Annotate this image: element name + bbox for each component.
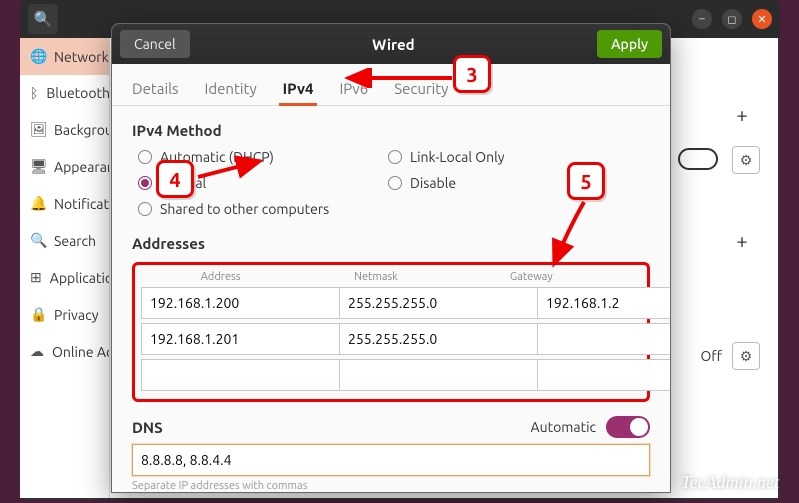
dns-input[interactable] xyxy=(132,444,650,476)
sidebar-item-background[interactable]: 🖼 Background xyxy=(20,111,109,148)
sidebar-label: Online Accounts xyxy=(52,344,110,360)
radio-dot-icon xyxy=(388,176,402,190)
radio-label: Link-Local Only xyxy=(410,149,505,165)
wired-settings-dialog: Cancel Wired Apply Details Identity IPv4 IP… xyxy=(111,23,671,493)
radio-shared[interactable]: Shared to other computers xyxy=(138,201,650,217)
gateway-input[interactable] xyxy=(538,323,670,355)
address-row: 🗑 xyxy=(141,287,641,319)
sidebar-label: Background xyxy=(54,122,110,138)
dns-automatic-label: Automatic xyxy=(531,419,596,435)
sidebar-icon: 🌐 xyxy=(30,48,46,65)
sidebar-icon: 🖥 xyxy=(30,158,46,175)
sidebar-item-privacy[interactable]: 🔒 Privacy xyxy=(20,296,109,333)
connection-settings-gear-icon[interactable]: ⚙ xyxy=(732,146,760,174)
sidebar-label: Privacy xyxy=(54,307,98,323)
col-address: Address xyxy=(143,271,298,283)
radio-link-local[interactable]: Link-Local Only xyxy=(388,149,650,165)
dns-automatic-switch[interactable] xyxy=(606,416,650,438)
netmask-input[interactable] xyxy=(340,359,538,391)
callout-3: 3 xyxy=(453,55,491,93)
gateway-input[interactable] xyxy=(538,359,670,391)
radio-dot-icon xyxy=(138,202,152,216)
window-maximize-icon[interactable]: ◻ xyxy=(722,9,742,29)
gateway-input[interactable] xyxy=(538,287,670,319)
window-minimize-icon[interactable]: – xyxy=(692,9,712,29)
callout-4: 4 xyxy=(156,160,194,198)
apply-button[interactable]: Apply xyxy=(597,30,662,58)
address-input[interactable] xyxy=(141,359,340,391)
sidebar-item-network[interactable]: 🌐 Network xyxy=(20,38,109,75)
sidebar-label: Network xyxy=(54,49,109,65)
netmask-input[interactable] xyxy=(340,287,538,319)
dns-hint: Separate IP addresses with commas xyxy=(132,480,650,492)
address-headers: Address Netmask Gateway xyxy=(141,271,641,283)
watermark: TecAdmin.net xyxy=(681,472,779,493)
settings-sidebar: 🌐 Network ᛒ Bluetooth 🖼 Background 🖥 Appearance… xyxy=(20,38,110,498)
proxy-status: Off xyxy=(700,348,722,364)
sidebar-icon: 🖼 xyxy=(30,121,46,138)
col-netmask: Netmask xyxy=(298,271,453,283)
connection-toggle[interactable] xyxy=(678,148,718,170)
add-connection-icon[interactable]: + xyxy=(730,102,754,126)
sidebar-icon: 🔒 xyxy=(30,306,46,323)
sidebar-item-appearance[interactable]: 🖥 Appearance xyxy=(20,148,109,185)
address-input[interactable] xyxy=(141,323,340,355)
sidebar-label: Notifications xyxy=(54,196,110,212)
addresses-label: Addresses xyxy=(132,235,650,252)
tab-security[interactable]: Security xyxy=(392,74,450,105)
search-icon[interactable]: 🔍 xyxy=(28,4,58,34)
window-close-icon[interactable]: ✕ xyxy=(752,9,772,29)
sidebar-label: Applications xyxy=(50,270,110,286)
tab-details[interactable]: Details xyxy=(130,74,181,105)
address-row: 🗑 xyxy=(141,359,641,391)
sidebar-item-search[interactable]: 🔍 Search xyxy=(20,222,109,259)
tab-ipv6[interactable]: IPv6 xyxy=(337,74,370,105)
sidebar-icon: ᛒ xyxy=(30,85,38,101)
col-gateway: Gateway xyxy=(454,271,609,283)
tab-ipv4[interactable]: IPv4 xyxy=(281,74,316,105)
netmask-input[interactable] xyxy=(340,323,538,355)
dialog-tabs: Details Identity IPv4 IPv6 Security xyxy=(112,64,670,106)
sidebar-label: Appearance xyxy=(54,159,110,175)
dialog-header: Cancel Wired Apply xyxy=(112,24,670,64)
dns-label: DNS xyxy=(132,419,163,436)
sidebar-icon: 🔍 xyxy=(30,232,46,249)
tab-identity[interactable]: Identity xyxy=(203,74,259,105)
radio-dot-icon xyxy=(388,150,402,164)
radio-label: Shared to other computers xyxy=(160,201,329,217)
callout-5: 5 xyxy=(567,162,605,200)
add-vpn-icon[interactable]: + xyxy=(730,228,754,252)
address-row: 🗑 xyxy=(141,323,641,355)
addresses-highlight-box: Address Netmask Gateway 🗑 🗑 🗑 xyxy=(132,262,650,402)
sidebar-icon: ☁ xyxy=(30,343,44,360)
radio-dot-icon xyxy=(138,176,152,190)
sidebar-label: Bluetooth xyxy=(46,85,110,101)
radio-label: Disable xyxy=(410,175,456,191)
dialog-title: Wired xyxy=(190,36,597,53)
sidebar-label: Search xyxy=(54,233,96,249)
cancel-button[interactable]: Cancel xyxy=(120,30,190,58)
address-input[interactable] xyxy=(141,287,340,319)
sidebar-icon: ⊞ xyxy=(30,269,42,286)
proxy-settings-gear-icon[interactable]: ⚙ xyxy=(732,342,760,370)
sidebar-icon: 🔔 xyxy=(30,195,46,212)
sidebar-item-notifications[interactable]: 🔔 Notifications xyxy=(20,185,109,222)
radio-disable[interactable]: Disable xyxy=(388,175,650,191)
radio-dot-icon xyxy=(138,150,152,164)
sidebar-item-applications[interactable]: ⊞ Applications xyxy=(20,259,109,296)
sidebar-item-online-accounts[interactable]: ☁ Online Accounts xyxy=(20,333,109,370)
ipv4-method-label: IPv4 Method xyxy=(132,122,650,139)
sidebar-item-bluetooth[interactable]: ᛒ Bluetooth xyxy=(20,75,109,111)
